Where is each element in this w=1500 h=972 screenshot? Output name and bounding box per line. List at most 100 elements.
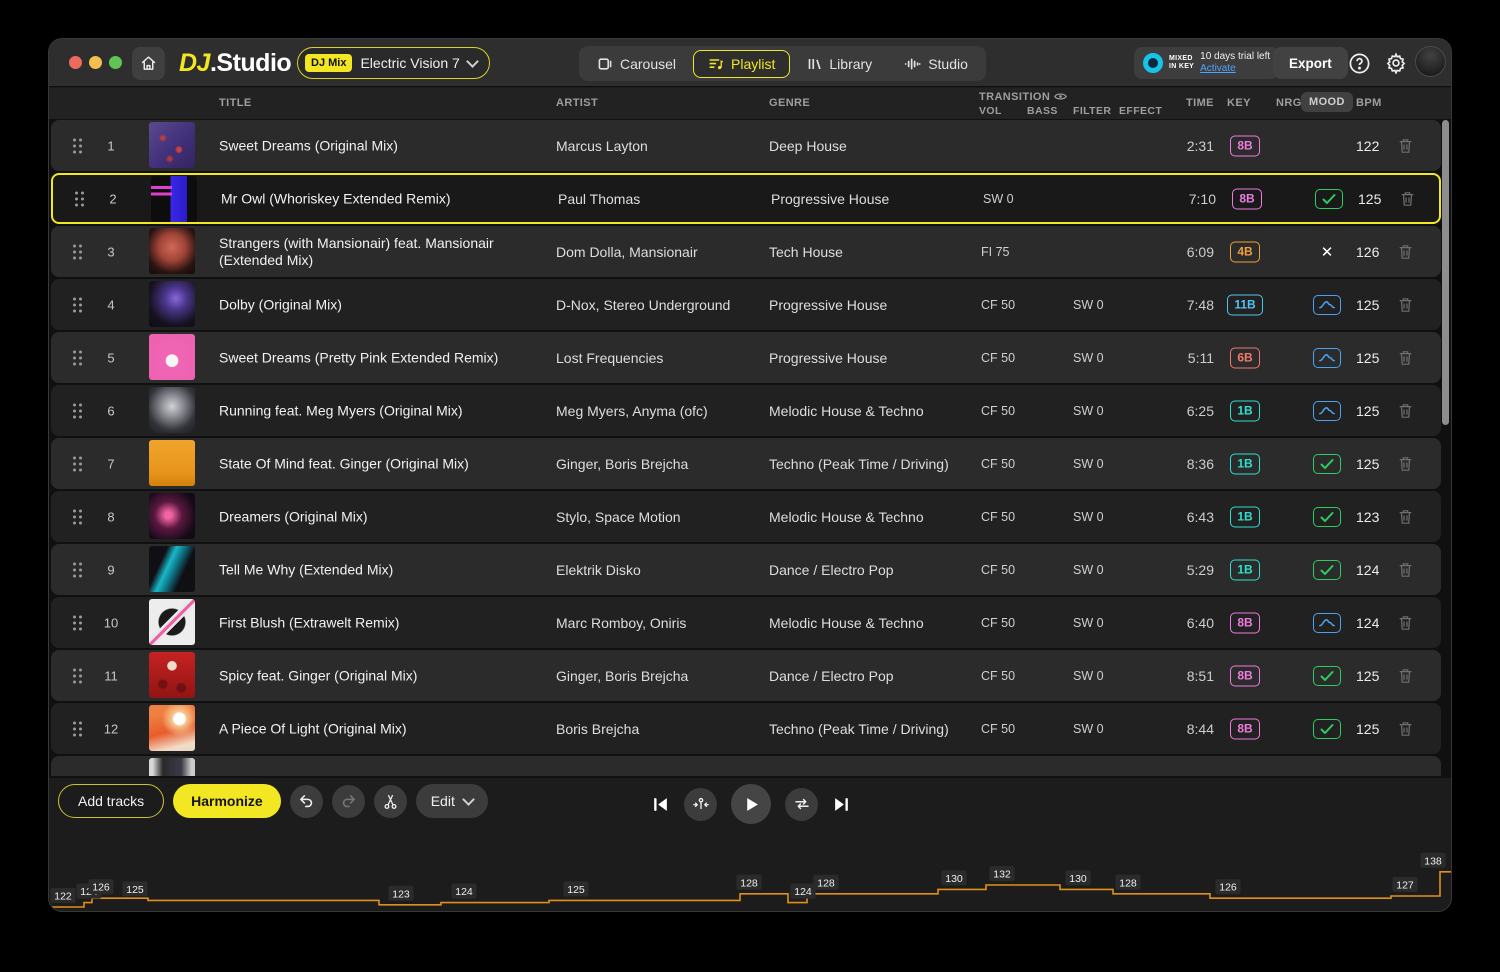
track-row[interactable]: 9 Tell Me Why (Extended Mix) Elektrik Di… (51, 544, 1441, 595)
transition-vol-value[interactable]: CF 50 (981, 563, 1015, 577)
previous-track-button[interactable] (651, 795, 670, 814)
mood-cell[interactable] (1307, 400, 1347, 421)
delete-track-button[interactable] (1391, 403, 1419, 419)
cut-button[interactable] (373, 784, 407, 818)
harmonize-button[interactable]: Harmonize (173, 784, 281, 818)
delete-track-button[interactable] (1391, 668, 1419, 684)
window-close-button[interactable] (69, 56, 82, 69)
transition-vol-value[interactable]: CF 50 (981, 722, 1015, 736)
track-row[interactable]: 4 Dolby (Original Mix) D-Nox, Stereo Und… (51, 279, 1441, 330)
col-title[interactable]: TITLE (219, 97, 252, 109)
activate-link[interactable]: Activate (1200, 63, 1236, 74)
loop-button[interactable] (785, 787, 818, 821)
transition-filter-value[interactable]: SW 0 (1073, 351, 1104, 365)
col-transition[interactable]: TRANSITION (979, 91, 1068, 104)
drag-handle-icon[interactable] (73, 615, 82, 630)
mood-cell[interactable] (1307, 665, 1347, 686)
track-row[interactable]: 11 Spicy feat. Ginger (Original Mix) Gin… (51, 650, 1441, 701)
mood-cell[interactable] (1307, 506, 1347, 527)
undo-button[interactable] (289, 784, 323, 818)
export-button[interactable]: Export (1273, 47, 1348, 79)
mood-cell[interactable]: ✕ (1307, 243, 1347, 261)
delete-track-button[interactable] (1391, 138, 1419, 154)
transition-vol-value[interactable]: FI 75 (981, 245, 1010, 259)
drag-handle-icon[interactable] (73, 138, 82, 153)
table-scrollbar[interactable] (1442, 120, 1450, 776)
jump-to-transition-button[interactable] (684, 787, 717, 821)
transition-filter-value[interactable]: SW 0 (1073, 457, 1104, 471)
transition-vol-value[interactable]: SW 0 (983, 192, 1014, 206)
play-button[interactable] (731, 784, 771, 824)
transition-filter-value[interactable]: SW 0 (1073, 510, 1104, 524)
track-row[interactable]: 5 Sweet Dreams (Pretty Pink Extended Rem… (51, 332, 1441, 383)
transition-filter-value[interactable]: SW 0 (1073, 404, 1104, 418)
delete-track-button[interactable] (1391, 509, 1419, 525)
drag-handle-icon[interactable] (73, 668, 82, 683)
delete-track-button[interactable] (1391, 456, 1419, 472)
mood-cell[interactable] (1307, 718, 1347, 739)
drag-handle-icon[interactable] (73, 403, 82, 418)
mood-cell[interactable] (1307, 612, 1347, 633)
col-nrg[interactable]: NRG (1276, 97, 1302, 109)
help-button[interactable] (1343, 47, 1375, 79)
mood-cell[interactable] (1309, 188, 1349, 209)
delete-track-button[interactable] (1393, 191, 1421, 207)
col-mood[interactable]: MOOD (1301, 92, 1353, 112)
settings-button[interactable] (1380, 47, 1412, 79)
add-tracks-button[interactable]: Add tracks (58, 784, 165, 818)
mood-cell[interactable] (1307, 294, 1347, 315)
col-time[interactable]: TIME (1186, 97, 1214, 109)
col-effect[interactable]: EFFECT (1119, 105, 1162, 117)
transition-vol-value[interactable]: CF 50 (981, 404, 1015, 418)
track-row[interactable]: 7 State Of Mind feat. Ginger (Original M… (51, 438, 1441, 489)
col-filter[interactable]: FILTER (1073, 105, 1111, 117)
track-row-partial[interactable] (51, 756, 1441, 776)
transition-filter-value[interactable]: SW 0 (1073, 298, 1104, 312)
drag-handle-icon[interactable] (73, 350, 82, 365)
edit-menu-button[interactable]: Edit (415, 784, 488, 818)
col-artist[interactable]: ARTIST (556, 97, 598, 109)
mood-cell[interactable] (1307, 347, 1347, 368)
user-avatar[interactable] (1415, 46, 1446, 77)
project-selector[interactable]: DJ Mix Electric Vision 7 (297, 47, 490, 79)
col-bass[interactable]: BASS (1027, 105, 1058, 117)
transition-filter-value[interactable]: SW 0 (1073, 669, 1104, 683)
transition-vol-value[interactable]: CF 50 (981, 457, 1015, 471)
scrollbar-thumb[interactable] (1442, 120, 1449, 425)
drag-handle-icon[interactable] (73, 562, 82, 577)
window-zoom-button[interactable] (109, 56, 122, 69)
delete-track-button[interactable] (1391, 297, 1419, 313)
col-genre[interactable]: GENRE (769, 97, 810, 109)
tab-studio[interactable]: Studio (889, 50, 983, 78)
transition-vol-value[interactable]: CF 50 (981, 298, 1015, 312)
next-track-button[interactable] (832, 795, 851, 814)
drag-handle-icon[interactable] (75, 191, 84, 206)
redo-button[interactable] (331, 784, 365, 818)
drag-handle-icon[interactable] (73, 456, 82, 471)
tab-library[interactable]: Library (792, 50, 887, 78)
col-bpm[interactable]: BPM (1356, 97, 1382, 109)
bpm-timeline-chart[interactable]: 1221241261251231241251281241281301321301… (49, 827, 1451, 911)
tab-carousel[interactable]: Carousel (582, 50, 691, 78)
transition-vol-value[interactable]: CF 50 (981, 510, 1015, 524)
delete-track-button[interactable] (1391, 721, 1419, 737)
track-row[interactable]: 3 Strangers (with Mansionair) feat. Mans… (51, 226, 1441, 277)
transition-vol-value[interactable]: CF 50 (981, 616, 1015, 630)
track-row[interactable]: 8 Dreamers (Original Mix) Stylo, Space M… (51, 491, 1441, 542)
track-row[interactable]: 6 Running feat. Meg Myers (Original Mix)… (51, 385, 1441, 436)
transition-filter-value[interactable]: SW 0 (1073, 563, 1104, 577)
drag-handle-icon[interactable] (73, 509, 82, 524)
delete-track-button[interactable] (1391, 615, 1419, 631)
tab-playlist[interactable]: Playlist (693, 49, 791, 78)
mood-cell[interactable] (1307, 453, 1347, 474)
col-vol[interactable]: VOL (979, 105, 1002, 117)
col-key[interactable]: KEY (1227, 97, 1251, 109)
window-minimize-button[interactable] (89, 56, 102, 69)
transition-filter-value[interactable]: SW 0 (1073, 722, 1104, 736)
transition-filter-value[interactable]: SW 0 (1073, 616, 1104, 630)
home-button[interactable] (132, 47, 165, 80)
transition-vol-value[interactable]: CF 50 (981, 669, 1015, 683)
transition-vol-value[interactable]: CF 50 (981, 351, 1015, 365)
drag-handle-icon[interactable] (73, 297, 82, 312)
delete-track-button[interactable] (1391, 350, 1419, 366)
